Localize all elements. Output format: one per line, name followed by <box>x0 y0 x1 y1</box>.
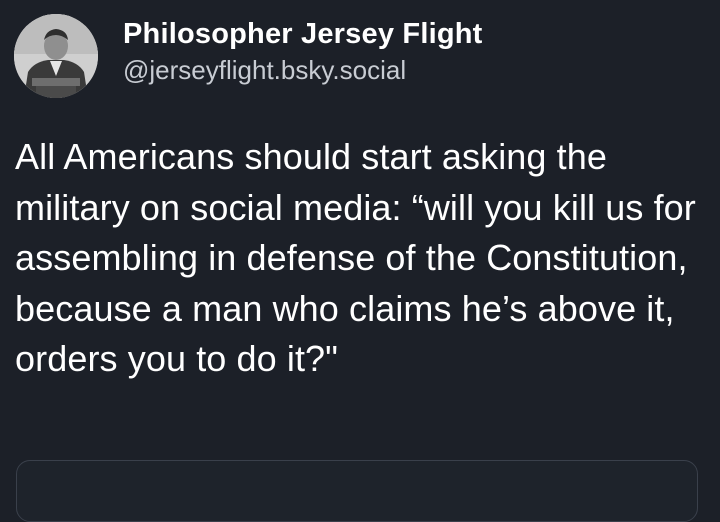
embedded-card[interactable] <box>16 460 698 522</box>
post-text: All Americans should start asking the mi… <box>15 136 707 379</box>
author-display-name[interactable]: Philosopher Jersey Flight <box>123 17 483 51</box>
author-names: Philosopher Jersey Flight @jerseyflight.… <box>123 17 483 87</box>
author-handle[interactable]: @jerseyflight.bsky.social <box>123 53 483 87</box>
avatar-portrait-icon <box>14 14 98 98</box>
post-header: Philosopher Jersey Flight @jerseyflight.… <box>14 14 483 98</box>
author-avatar[interactable] <box>14 14 98 98</box>
post: Philosopher Jersey Flight @jerseyflight.… <box>0 0 720 522</box>
